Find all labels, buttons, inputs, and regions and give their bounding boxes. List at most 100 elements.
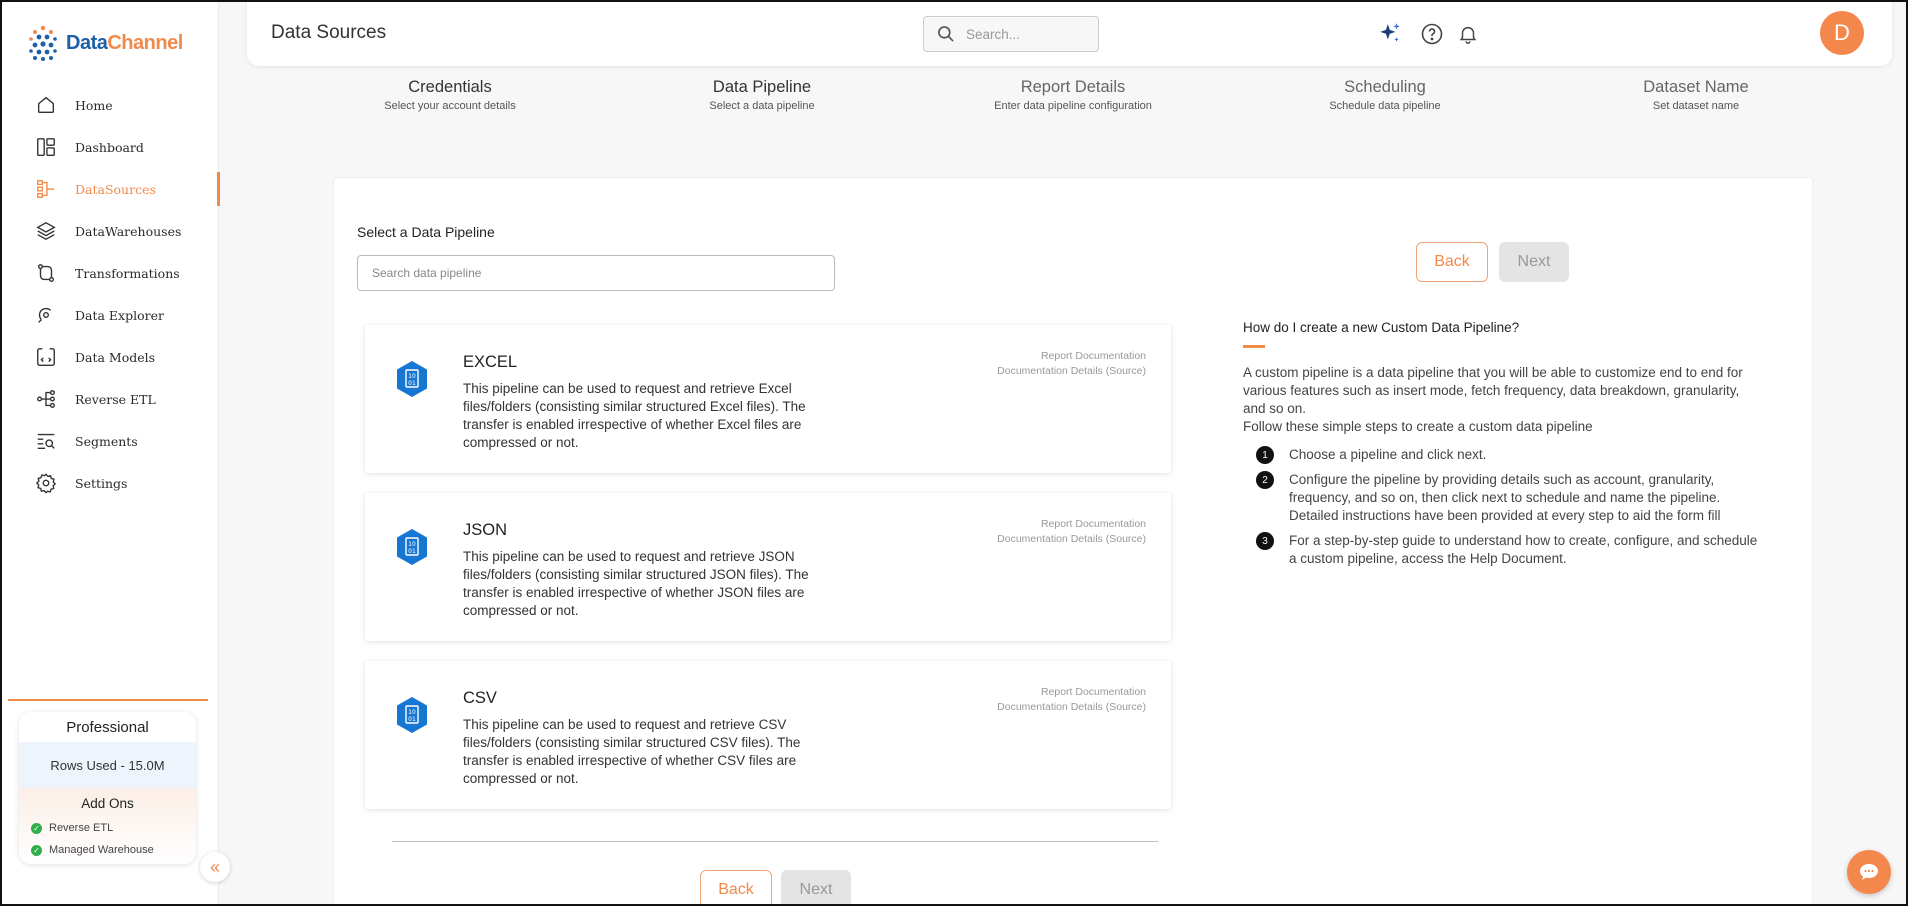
sidebar-item-label: DataSources [75,181,156,197]
datasources-icon [34,177,58,201]
svg-text:01: 01 [408,716,416,723]
page-title: Data Sources [271,22,387,43]
addon-label: Managed Warehouse [49,844,154,856]
pipeline-item-json[interactable]: 10 01 JSON This pipeline can be used to r… [365,493,1171,641]
bell-icon[interactable] [1454,20,1482,48]
sidebar-item-label: Home [75,97,113,113]
home-icon [34,93,58,117]
double-chevron-left-icon: « [209,856,220,877]
sidebar-item-label: Settings [75,475,128,491]
pipeline-description: This pipeline can be used to request and… [463,381,806,450]
sidebar-item-settings[interactable]: Settings [2,462,219,504]
svg-text:01: 01 [408,380,416,387]
documentation-details-link[interactable]: Documentation Details (Source) [997,532,1146,547]
search-icon [938,26,954,42]
logo[interactable]: DataChannel [26,24,183,62]
pipeline-links: Report Documentation Documentation Detai… [997,349,1146,379]
svg-text:10: 10 [408,709,416,716]
step-text: For a step-by-step guide to understand h… [1289,533,1758,566]
top-header: Data Sources D [247,2,1892,66]
step-number: 3 [1256,532,1274,550]
help-panel: How do I create a new Custom Data Pipeli… [1243,320,1763,575]
file-binary-icon: 1001 [397,697,427,733]
sidebar-item-label: Dashboard [75,139,144,155]
next-button[interactable]: Next [1499,242,1569,282]
plan-divider [8,699,208,701]
help-intro: Follow these simple steps to create a cu… [1243,419,1593,434]
check-icon: ✓ [31,844,42,856]
step-number: 2 [1256,471,1274,489]
select-pipeline-label: Select a Data Pipeline [357,224,495,240]
sparkle-icon[interactable] [1376,20,1404,48]
gear-icon [34,471,58,495]
svg-text:10: 10 [408,373,416,380]
sidebar-item-home[interactable]: Home [2,84,219,126]
transform-icon [34,261,58,285]
sidebar: DataChannel Home Dashboard DataSources D… [2,2,220,904]
sidebar-item-reverse-etl[interactable]: Reverse ETL [2,378,219,420]
step-subtitle: Set dataset name [1652,100,1740,112]
layers-icon [34,219,58,243]
logo-icon [29,25,57,61]
plan-rows-used: Rows Used - 15.0M [19,742,196,788]
documentation-details-link[interactable]: Documentation Details (Source) [997,364,1146,379]
pipeline-item-csv[interactable]: 10 01 CSV This pipeline can be used to re… [365,661,1171,809]
step-number: 1 [1256,446,1274,464]
step-title: Dataset Name [1643,78,1749,96]
models-icon [34,345,58,369]
pipeline-item-excel[interactable]: 10 01 EXCEL This pipeline can be used to … [365,325,1171,473]
sidebar-item-datasources[interactable]: DataSources [2,168,220,210]
back-button-bottom[interactable]: Back [700,870,772,904]
step-title: Credentials [408,78,492,96]
help-step: 2 Configure the pipeline by providing de… [1243,471,1763,525]
sidebar-item-dashboard[interactable]: Dashboard [2,126,219,168]
check-icon: ✓ [31,822,42,834]
report-documentation-link[interactable]: Report Documentation [997,349,1146,364]
sidebar-item-label: Transformations [75,265,180,281]
step-subtitle: Select your account details [384,100,516,112]
chat-icon [1860,864,1878,880]
addon-label: Reverse ETL [49,822,114,834]
step-title: Scheduling [1344,78,1426,96]
pipeline-description: This pipeline can be used to request and… [463,549,809,618]
pipeline-name: CSV [463,689,497,707]
sidebar-item-data-explorer[interactable]: Data Explorer [2,294,219,336]
sidebar-item-transformations[interactable]: Transformations [2,252,219,294]
report-documentation-link[interactable]: Report Documentation [997,517,1146,532]
plan-title: Professional [66,718,149,736]
sidebar-item-label: DataWarehouses [75,223,182,239]
step-title: Report Details [1020,78,1126,96]
segments-icon [34,429,58,453]
avatar[interactable]: D [1820,11,1864,55]
sidebar-item-label: Reverse ETL [75,391,156,407]
collapse-sidebar-button[interactable]: « [200,852,230,882]
global-search[interactable] [923,16,1099,52]
help-paragraph: A custom pipeline is a data pipeline tha… [1243,365,1743,416]
pipeline-links: Report Documentation Documentation Detai… [997,685,1146,715]
search-input[interactable] [966,26,1086,42]
step-subtitle: Enter data pipeline configuration [994,100,1152,112]
help-step: 3 For a step-by-step guide to understand… [1243,532,1763,568]
file-binary-icon: 1001 [397,529,427,565]
logo-text-part2: Channel [107,31,183,54]
step-title: Data Pipeline [712,78,812,96]
svg-text:01: 01 [408,548,416,555]
documentation-details-link[interactable]: Documentation Details (Source) [997,700,1146,715]
divider [392,841,1158,842]
plan-addons: Add Ons ✓ Reverse ETL ✓ Managed Warehouse [19,788,196,864]
help-icon[interactable] [1418,20,1446,48]
back-button[interactable]: Back [1416,242,1488,282]
next-button-bottom[interactable]: Next [781,870,851,904]
addon-item: ✓ Reverse ETL [19,817,196,839]
reverse-etl-icon [34,387,58,411]
chat-button[interactable] [1847,850,1891,894]
sidebar-item-segments[interactable]: Segments [2,420,219,462]
addon-item: ✓ Managed Warehouse [19,839,196,861]
pipeline-search-input[interactable] [357,255,835,291]
app-window: DataChannel Home Dashboard DataSources D… [0,0,1908,906]
sidebar-nav: Home Dashboard DataSources DataWarehouse… [2,84,220,504]
report-documentation-link[interactable]: Report Documentation [997,685,1146,700]
sidebar-item-datawarehouses[interactable]: DataWarehouses [2,210,219,252]
sidebar-item-data-models[interactable]: Data Models [2,336,219,378]
dashboard-icon [34,135,58,159]
